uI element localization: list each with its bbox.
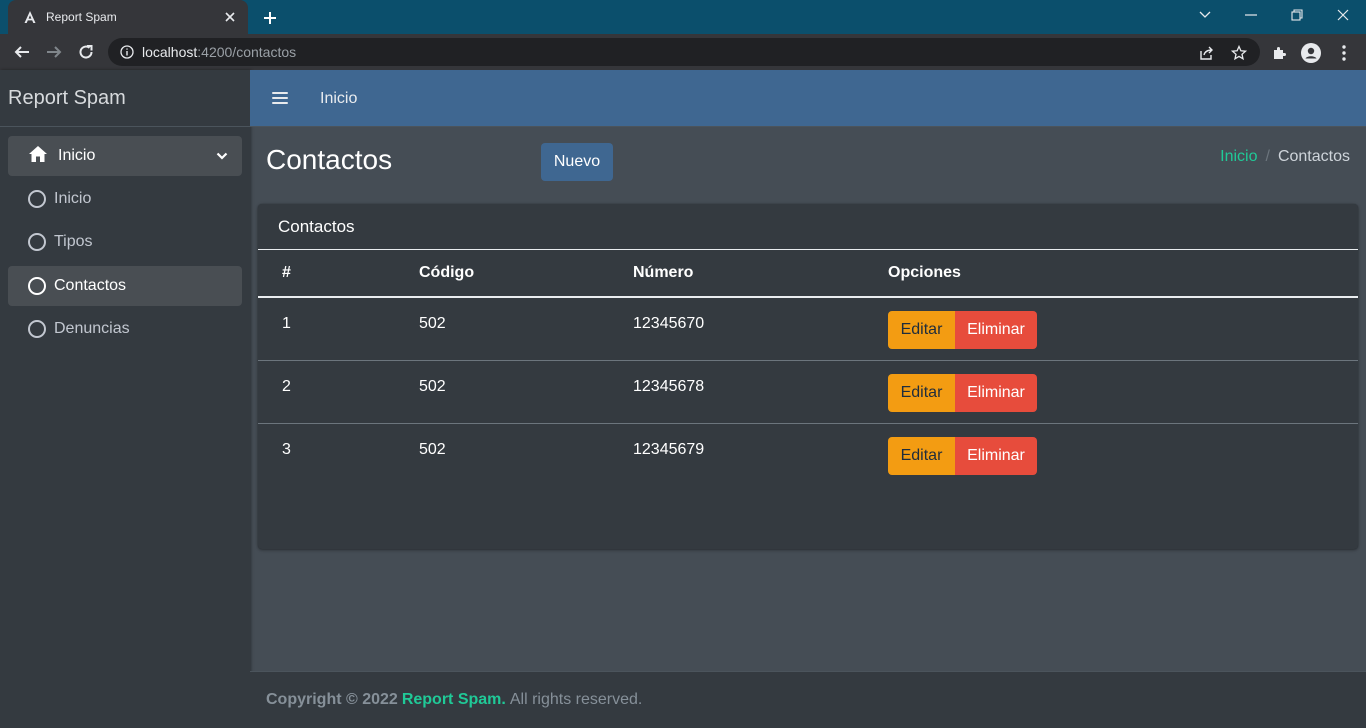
- star-icon[interactable]: [1230, 44, 1248, 62]
- breadcrumb: Inicio / Contactos: [1220, 148, 1350, 166]
- sidebar-item-inicio[interactable]: Inicio: [8, 179, 242, 219]
- edit-button[interactable]: Editar: [888, 373, 955, 412]
- edit-button[interactable]: Editar: [888, 436, 955, 475]
- cell-numero: 12345670: [609, 297, 864, 361]
- cell-id: 3: [282, 440, 291, 458]
- kebab-menu-icon[interactable]: [1333, 42, 1355, 64]
- page-title: Contactos: [266, 144, 393, 175]
- delete-button[interactable]: Eliminar: [955, 311, 1037, 349]
- minimize-icon[interactable]: [1228, 0, 1274, 30]
- restore-icon[interactable]: [1274, 0, 1320, 30]
- url-host: localhost: [142, 44, 198, 60]
- tab-title: Report Spam: [46, 10, 117, 24]
- address-bar[interactable]: localhost:4200/contactos: [108, 38, 1260, 66]
- footer: Copyright © 2022 Report Spam. All rights…: [250, 671, 1366, 728]
- topnav-link-inicio[interactable]: Inicio: [320, 90, 357, 108]
- cell-codigo: 502: [395, 360, 609, 424]
- column-header-numero: Número: [609, 250, 864, 298]
- footer-copyright: Copyright © 2022: [266, 691, 398, 708]
- table-row: 1 502 12345670 Editar Eliminar: [258, 297, 1358, 361]
- circle-icon: [28, 320, 46, 338]
- cell-id: 2: [258, 360, 395, 424]
- cell-numero: 12345678: [609, 360, 864, 424]
- browser-tabbar: Report Spam: [0, 0, 1366, 34]
- footer-rights: All rights reserved.: [509, 691, 643, 708]
- sidebar-item-label: Denuncias: [54, 320, 130, 337]
- circle-icon: [28, 277, 46, 295]
- chevron-down-icon: [216, 147, 228, 165]
- url-text: localhost:4200/contactos: [142, 44, 296, 60]
- circle-icon: [28, 190, 46, 208]
- column-header-id: #: [258, 250, 395, 298]
- breadcrumb-current: Contactos: [1277, 148, 1350, 165]
- extensions-icon[interactable]: [1268, 42, 1290, 64]
- browser-toolbar: localhost:4200/contactos: [0, 34, 1366, 70]
- column-header-codigo: Código: [395, 250, 609, 298]
- sidebar: Report Spam Inicio Inicio Tipos Contacto…: [0, 70, 250, 728]
- table-header-row: # Código Número Opciones: [258, 250, 1358, 298]
- sidebar-item-contactos[interactable]: Contactos: [8, 266, 242, 306]
- contacts-card: Contactos # Código Número Opciones 1 502…: [258, 204, 1358, 549]
- cell-opciones: Editar Eliminar: [864, 360, 1358, 424]
- table-row: 2 502 12345678 Editar Eliminar: [258, 360, 1358, 424]
- footer-brand-link[interactable]: Report Spam.: [402, 691, 506, 709]
- plus-icon[interactable]: [258, 6, 282, 30]
- table-row: 3 502 12345679 Editar Eliminar: [258, 423, 1358, 486]
- delete-button[interactable]: Eliminar: [955, 436, 1037, 475]
- back-arrow-icon[interactable]: [8, 38, 36, 66]
- cell-opciones: Editar Eliminar: [864, 423, 1358, 486]
- breadcrumb-separator: /: [1265, 148, 1270, 165]
- cell-opciones: Editar Eliminar: [864, 297, 1358, 361]
- cell-numero: 12345679: [633, 440, 705, 458]
- sidebar-parent-label: Inicio: [58, 147, 96, 164]
- forward-arrow-icon[interactable]: [40, 38, 68, 66]
- brand-link[interactable]: Report Spam: [0, 70, 250, 127]
- reload-icon[interactable]: [72, 38, 100, 66]
- cell-codigo: 502: [395, 297, 609, 361]
- cell-codigo: 502: [419, 440, 446, 458]
- share-icon[interactable]: [1198, 44, 1216, 62]
- delete-button[interactable]: Eliminar: [955, 373, 1037, 412]
- card-title: Contactos: [258, 204, 1358, 250]
- sidebar-item-label: Inicio: [54, 190, 92, 207]
- close-window-icon[interactable]: [1320, 0, 1366, 30]
- edit-button[interactable]: Editar: [888, 311, 955, 349]
- angular-icon: [22, 9, 38, 25]
- info-icon[interactable]: [120, 45, 134, 59]
- hamburger-menu-icon[interactable]: [272, 90, 288, 106]
- cell-id: 1: [258, 297, 395, 361]
- profile-icon[interactable]: [1300, 42, 1322, 64]
- close-icon[interactable]: [222, 9, 238, 25]
- row-actions: Editar Eliminar: [888, 436, 1358, 475]
- breadcrumb-link-inicio[interactable]: Inicio: [1220, 148, 1257, 166]
- row-actions: Editar Eliminar: [888, 311, 1358, 349]
- new-button[interactable]: Nuevo: [541, 143, 613, 181]
- chevron-down-icon[interactable]: [1182, 0, 1228, 30]
- sidebar-item-denuncias[interactable]: Denuncias: [8, 309, 242, 349]
- url-path: :4200/contactos: [197, 44, 297, 60]
- sidebar-item-tipos[interactable]: Tipos: [8, 222, 242, 262]
- sidebar-item-label: Tipos: [54, 233, 93, 250]
- home-icon: [28, 145, 48, 168]
- row-actions: Editar Eliminar: [888, 373, 1358, 412]
- browser-tab[interactable]: Report Spam: [8, 0, 248, 34]
- contacts-table: # Código Número Opciones 1 502 12345670 …: [258, 250, 1358, 486]
- top-navbar: Inicio: [250, 70, 1366, 127]
- circle-icon: [28, 233, 46, 251]
- sidebar-item-label: Contactos: [54, 277, 127, 294]
- sidebar-parent-inicio[interactable]: Inicio: [8, 136, 242, 176]
- column-header-opciones: Opciones: [864, 250, 1358, 298]
